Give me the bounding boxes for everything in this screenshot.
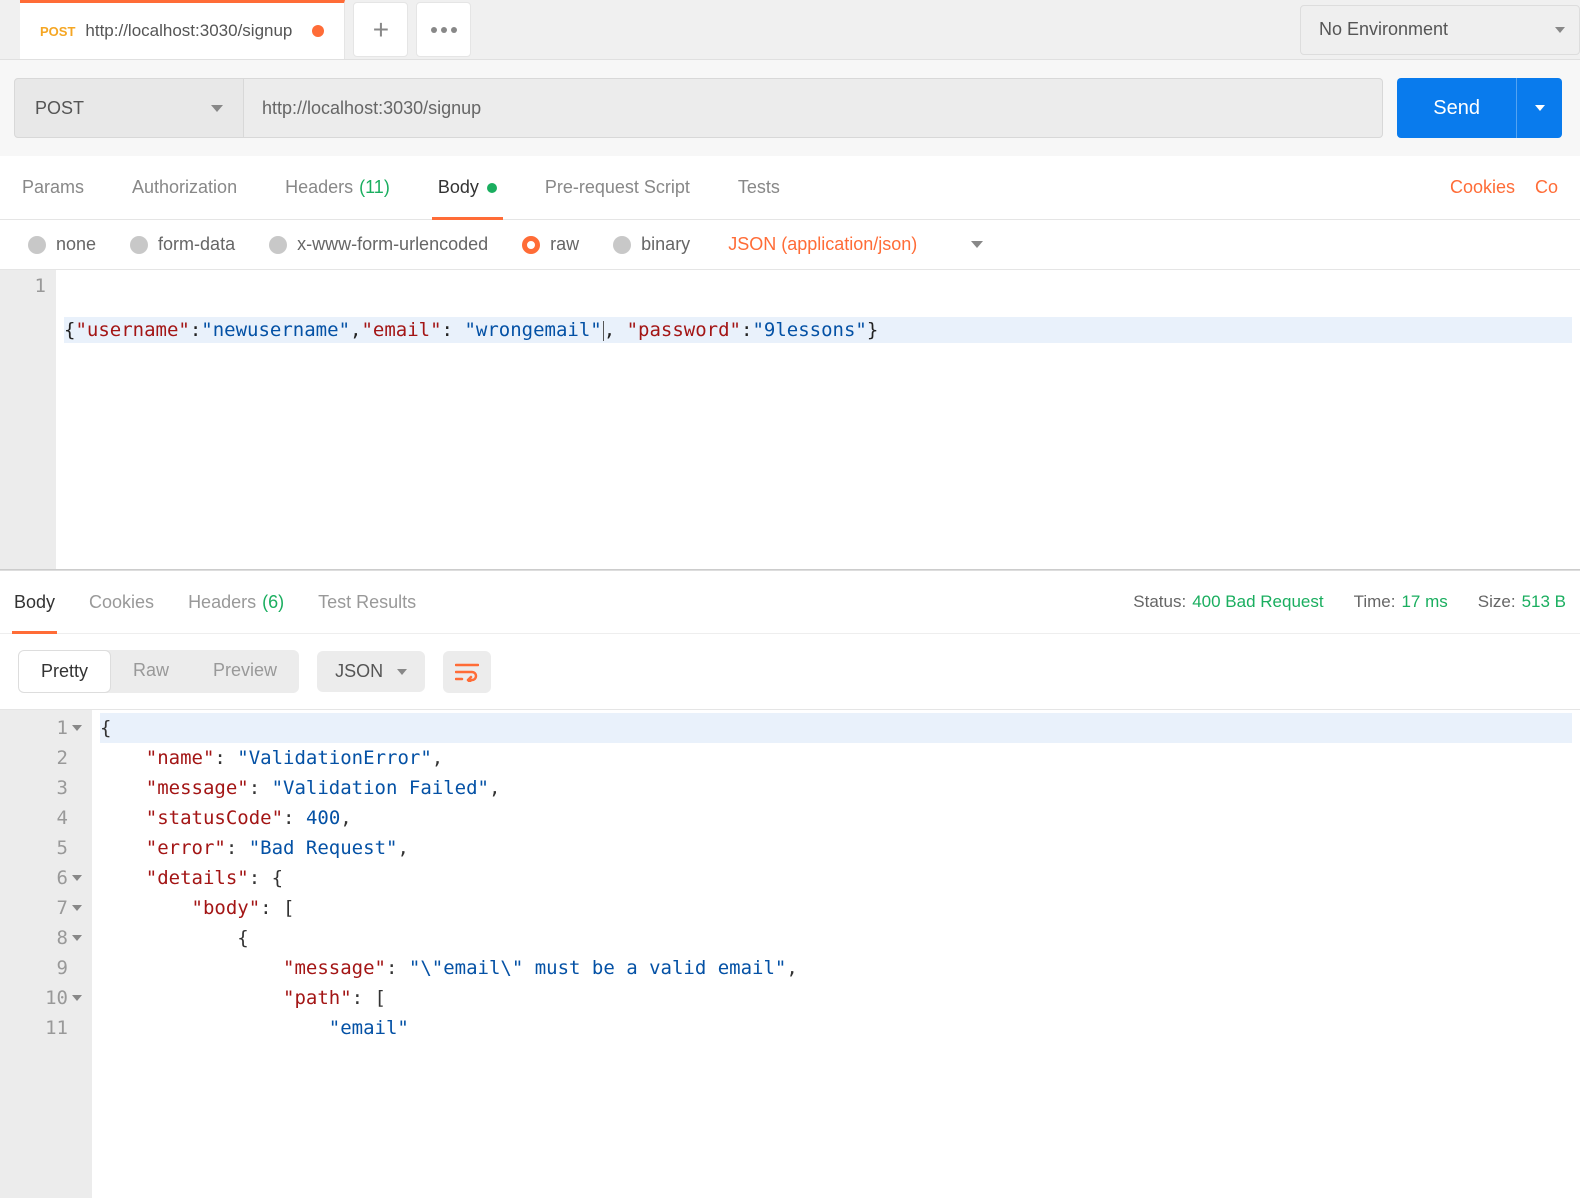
response-code-line: {	[100, 713, 1572, 743]
tab-title: http://localhost:3030/signup	[85, 21, 292, 41]
body-type-selector: none form-data x-www-form-urlencoded raw…	[0, 220, 1580, 270]
url-input[interactable]	[244, 78, 1383, 138]
plus-icon: +	[373, 14, 389, 46]
response-code-line: "body": [	[100, 893, 1572, 923]
gutter-line: 5	[0, 833, 84, 863]
view-preview[interactable]: Preview	[191, 650, 299, 693]
radio-icon	[613, 236, 631, 254]
view-raw[interactable]: Raw	[111, 650, 191, 693]
code-link[interactable]: Co	[1535, 177, 1558, 198]
tab-headers[interactable]: Headers (11)	[285, 156, 390, 219]
response-section-tabs: Body Cookies Headers (6) Test Results St…	[0, 570, 1580, 634]
status-value: 400 Bad Request	[1192, 592, 1323, 611]
response-code-line: "path": [	[100, 983, 1572, 1013]
response-code-area[interactable]: { "name": "ValidationError", "message": …	[92, 710, 1580, 1198]
gutter-line: 9	[0, 953, 84, 983]
chevron-down-icon	[1535, 105, 1545, 111]
body-type-formdata[interactable]: form-data	[130, 234, 235, 255]
content-type-select[interactable]: JSON (application/json)	[728, 234, 917, 255]
send-options-button[interactable]	[1516, 78, 1562, 138]
radio-icon	[522, 236, 540, 254]
response-body-viewer[interactable]: 1234567891011 { "name": "ValidationError…	[0, 709, 1580, 1198]
response-code-line: "message": "\"email\" must be a valid em…	[100, 953, 1572, 983]
gutter-line: 11	[0, 1013, 84, 1043]
radio-icon	[130, 236, 148, 254]
body-type-binary[interactable]: binary	[613, 234, 690, 255]
environment-label: No Environment	[1319, 19, 1448, 40]
time-value: 17 ms	[1401, 592, 1447, 611]
send-button[interactable]: Send	[1397, 78, 1516, 138]
body-type-none[interactable]: none	[28, 234, 96, 255]
tab-tests[interactable]: Tests	[738, 156, 780, 219]
tab-body[interactable]: Body	[438, 156, 497, 219]
environment-select[interactable]: No Environment	[1300, 5, 1580, 55]
response-tab-test-results[interactable]: Test Results	[318, 571, 416, 633]
tab-params[interactable]: Params	[22, 156, 84, 219]
response-format-toolbar: Pretty Raw Preview JSON	[0, 634, 1580, 709]
request-body-editor[interactable]: 1 {"username":"newusername","email": "wr…	[0, 270, 1580, 570]
code-line: {"username":"newusername","email": "wron…	[64, 317, 1572, 343]
code-area[interactable]: {"username":"newusername","email": "wron…	[56, 270, 1580, 569]
new-tab-button[interactable]: +	[353, 2, 408, 57]
tab-method-badge: POST	[40, 24, 75, 39]
response-tab-headers[interactable]: Headers (6)	[188, 571, 284, 633]
gutter-line[interactable]: 6	[0, 863, 84, 893]
response-code-line: "statusCode": 400,	[100, 803, 1572, 833]
wrap-lines-button[interactable]	[443, 651, 491, 693]
http-method-select[interactable]: POST	[14, 78, 244, 138]
response-meta: Status:400 Bad Request Time:17 ms Size:5…	[1133, 592, 1566, 612]
request-section-tabs: Params Authorization Headers (11) Body P…	[0, 156, 1580, 220]
response-code-line: "email"	[100, 1013, 1572, 1043]
body-type-raw[interactable]: raw	[522, 234, 579, 255]
view-mode-toggle: Pretty Raw Preview	[18, 650, 299, 693]
response-code-line: "error": "Bad Request",	[100, 833, 1572, 863]
view-pretty[interactable]: Pretty	[18, 650, 111, 693]
request-tab[interactable]: POST http://localhost:3030/signup	[20, 0, 345, 59]
size-value: 513 B	[1522, 592, 1566, 611]
cookies-link[interactable]: Cookies	[1450, 177, 1515, 198]
radio-icon	[269, 236, 287, 254]
gutter-line: 3	[0, 773, 84, 803]
gutter-line[interactable]: 7	[0, 893, 84, 923]
line-gutter: 1	[0, 270, 56, 569]
wrap-icon	[455, 662, 479, 682]
response-format-select[interactable]: JSON	[317, 651, 425, 692]
tab-bar: POST http://localhost:3030/signup + No E…	[0, 0, 1580, 60]
http-method-value: POST	[35, 98, 84, 119]
chevron-down-icon	[211, 105, 223, 112]
response-code-line: "message": "Validation Failed",	[100, 773, 1572, 803]
tab-options-button[interactable]	[416, 2, 471, 57]
radio-icon	[28, 236, 46, 254]
gutter-line[interactable]: 1	[0, 713, 84, 743]
response-line-gutter: 1234567891011	[0, 710, 92, 1198]
unsaved-indicator-icon	[312, 25, 324, 37]
gutter-line[interactable]: 10	[0, 983, 84, 1013]
modified-dot-icon	[487, 183, 497, 193]
response-tab-body[interactable]: Body	[14, 571, 55, 633]
text-cursor-icon	[603, 321, 604, 341]
chevron-down-icon[interactable]	[971, 241, 983, 248]
gutter-line: 4	[0, 803, 84, 833]
tab-prerequest-script[interactable]: Pre-request Script	[545, 156, 690, 219]
ellipsis-icon	[431, 27, 457, 33]
response-tab-cookies[interactable]: Cookies	[89, 571, 154, 633]
gutter-line[interactable]: 8	[0, 923, 84, 953]
body-type-urlencoded[interactable]: x-www-form-urlencoded	[269, 234, 488, 255]
chevron-down-icon	[397, 669, 407, 675]
request-builder-row: POST Send	[0, 60, 1580, 156]
tab-authorization[interactable]: Authorization	[132, 156, 237, 219]
response-code-line: {	[100, 923, 1572, 953]
gutter-line: 2	[0, 743, 84, 773]
response-code-line: "details": {	[100, 863, 1572, 893]
response-code-line: "name": "ValidationError",	[100, 743, 1572, 773]
